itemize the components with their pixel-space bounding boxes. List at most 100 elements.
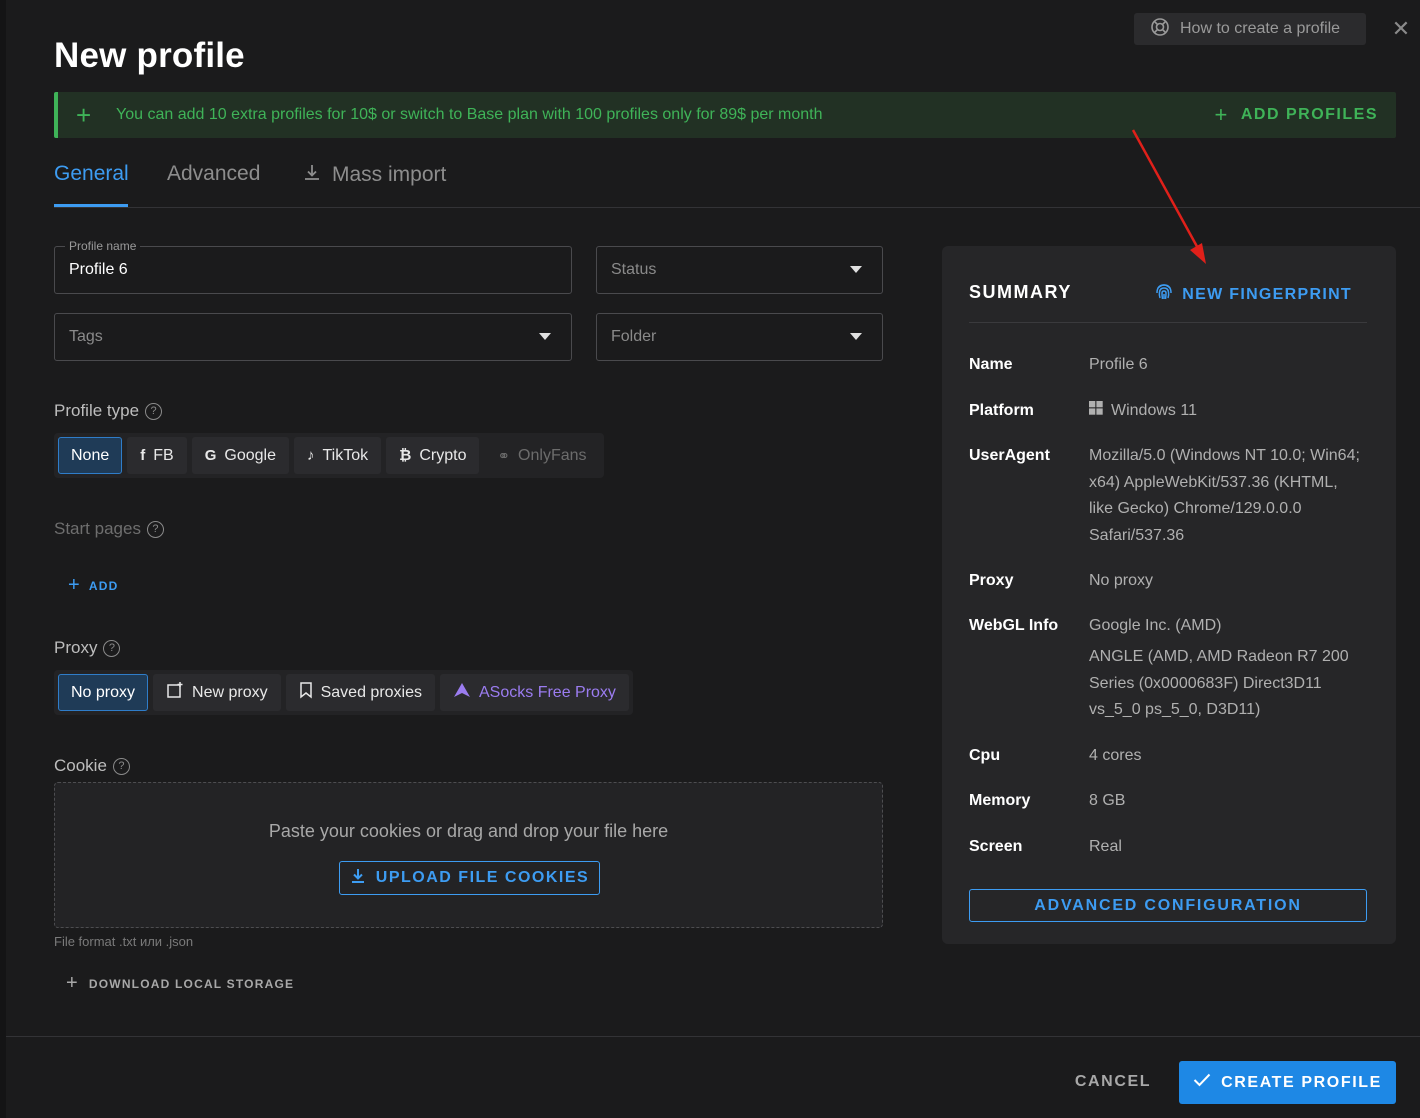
profile-type-fb[interactable]: f FB	[127, 437, 187, 474]
add-profiles-label: ADD PROFILES	[1240, 106, 1378, 123]
profile-type-selector: None f FB G Google ♪ TikTok ₿ Crypto ⚭ OnlyFa…	[54, 433, 604, 478]
profile-type-tiktok-label: TikTok	[322, 446, 369, 464]
summary-key-memory: Memory	[969, 792, 1031, 809]
bookmark-icon	[299, 681, 313, 704]
summary-value-useragent: Mozilla/5.0 (Windows NT 10.0; Win64; x64…	[1089, 447, 1360, 544]
summary-value-screen: Real	[1089, 838, 1122, 855]
proxy-option-asocks-label: ASocks Free Proxy	[479, 683, 616, 701]
status-select[interactable]: Status	[596, 246, 883, 294]
proxy-option-saved-proxies-label: Saved proxies	[320, 683, 422, 701]
bitcoin-icon: ₿	[399, 447, 412, 464]
profile-type-label: Profile type ?	[54, 401, 163, 421]
summary-panel: SUMMARY NEW FINGERPRINT Name Profile 6 P…	[942, 246, 1396, 944]
cookie-dropzone[interactable]: Paste your cookies or drag and drop your…	[54, 782, 883, 928]
help-icon[interactable]: ?	[145, 402, 163, 420]
summary-divider	[969, 322, 1367, 323]
windows-icon	[1089, 398, 1103, 425]
help-icon[interactable]: ?	[146, 520, 164, 538]
page-title: New profile	[54, 36, 245, 75]
summary-key-platform: Platform	[969, 402, 1034, 419]
proxy-option-saved-proxies[interactable]: Saved proxies	[285, 674, 435, 711]
add-start-page-label: ADD	[88, 578, 119, 593]
summary-value-proxy: No proxy	[1089, 572, 1154, 589]
profile-type-crypto-label: Crypto	[419, 446, 467, 464]
download-local-storage-button[interactable]: + DOWNLOAD LOCAL STORAGE	[66, 972, 294, 995]
help-icon[interactable]: ?	[112, 757, 130, 775]
plus-icon: +	[1214, 102, 1229, 127]
create-profile-button[interactable]: CREATE PROFILE	[1179, 1061, 1396, 1104]
caret-down-icon	[850, 266, 862, 273]
footer-divider	[6, 1036, 1420, 1037]
create-profile-label: CREATE PROFILE	[1221, 1073, 1382, 1091]
profile-type-tiktok[interactable]: ♪ TikTok	[293, 437, 382, 474]
close-icon[interactable]: ✕	[1388, 16, 1414, 42]
profile-type-label-text: Profile type	[54, 401, 140, 420]
summary-value-platform: Windows 11	[1089, 398, 1364, 425]
summary-key-cpu: Cpu	[969, 747, 1001, 764]
proxy-option-new-proxy[interactable]: New proxy	[153, 674, 281, 711]
proxy-option-asocks[interactable]: ASocks Free Proxy	[440, 674, 629, 711]
profile-type-none[interactable]: None	[58, 437, 123, 474]
summary-value-platform-text: Windows 11	[1111, 402, 1197, 419]
summary-value-memory: 8 GB	[1089, 792, 1126, 809]
lifebuoy-icon	[1150, 17, 1170, 42]
asocks-logo-icon	[453, 682, 471, 703]
onlyfans-icon: ⚭	[497, 447, 511, 465]
summary-key-webgl: WebGL Info	[969, 617, 1059, 634]
upgrade-banner: + You can add 10 extra profiles for 10$ …	[54, 92, 1396, 138]
fingerprint-icon	[1154, 282, 1174, 307]
cookie-label: Cookie ?	[54, 756, 130, 776]
cookie-label-text: Cookie	[54, 756, 107, 775]
download-local-storage-label: DOWNLOAD LOCAL STORAGE	[88, 976, 295, 991]
cancel-button[interactable]: CANCEL	[1066, 1062, 1160, 1102]
summary-key-useragent: UserAgent	[969, 447, 1050, 464]
tab-mass-import[interactable]: Mass import	[302, 162, 446, 188]
summary-value-cpu: 4 cores	[1089, 747, 1142, 764]
proxy-selector: No proxy New proxy Saved proxies ASocks …	[54, 670, 633, 715]
caret-down-icon	[539, 333, 551, 340]
plus-icon: +	[76, 100, 92, 130]
profile-type-fb-label: FB	[153, 446, 174, 464]
help-icon[interactable]: ?	[103, 639, 121, 657]
profile-name-value: Profile 6	[69, 261, 128, 278]
profile-type-google-label: Google	[224, 446, 276, 464]
profile-name-input[interactable]: Profile name Profile 6	[54, 239, 572, 294]
advanced-configuration-button[interactable]: ADVANCED CONFIGURATION	[969, 889, 1367, 922]
profile-name-label: Profile name	[65, 239, 141, 253]
new-fingerprint-button[interactable]: NEW FINGERPRINT	[1154, 282, 1352, 307]
proxy-option-no-proxy-label: No proxy	[71, 683, 136, 701]
tags-select[interactable]: Tags	[54, 313, 572, 361]
left-edge-strip	[0, 0, 6, 1118]
download-icon	[302, 162, 322, 188]
proxy-option-no-proxy[interactable]: No proxy	[58, 674, 149, 711]
proxy-label: Proxy ?	[54, 638, 121, 658]
profile-type-google[interactable]: G Google	[191, 437, 289, 474]
tags-placeholder: Tags	[69, 328, 103, 345]
add-start-page-button[interactable]: + ADD	[68, 574, 119, 597]
summary-key-name: Name	[969, 356, 1013, 373]
how-to-create-profile-label: How to create a profile	[1180, 20, 1341, 37]
upload-icon	[350, 868, 366, 889]
banner-text: You can add 10 extra profiles for 10$ or…	[116, 106, 823, 123]
tab-general[interactable]: General	[54, 162, 129, 186]
upload-file-cookies-label: UPLOAD FILE COOKIES	[375, 869, 590, 886]
summary-value-webgl-vendor: Google Inc. (AMD)	[1089, 617, 1222, 634]
profile-type-crypto[interactable]: ₿ Crypto	[386, 437, 480, 474]
google-icon: G	[204, 447, 217, 464]
tabs-divider	[54, 207, 1420, 208]
profile-type-none-label: None	[71, 446, 110, 464]
start-pages-label: Start pages ?	[54, 519, 164, 539]
summary-value-webgl-renderer: ANGLE (AMD, AMD Radeon R7 200 Series (0x…	[1089, 648, 1349, 718]
add-profiles-button[interactable]: + ADD PROFILES	[1215, 92, 1378, 138]
folder-select[interactable]: Folder	[596, 313, 883, 361]
tab-advanced[interactable]: Advanced	[167, 162, 260, 186]
plus-icon: +	[68, 574, 81, 596]
upload-file-cookies-button[interactable]: UPLOAD FILE COOKIES	[339, 861, 600, 895]
how-to-create-profile-button[interactable]: How to create a profile	[1134, 13, 1366, 45]
summary-key-screen: Screen	[969, 838, 1023, 855]
tiktok-icon: ♪	[306, 447, 315, 464]
profile-type-onlyfans[interactable]: ⚭ OnlyFans	[484, 437, 599, 474]
folder-placeholder: Folder	[611, 328, 657, 345]
plus-icon: +	[66, 972, 79, 994]
caret-down-icon	[850, 333, 862, 340]
